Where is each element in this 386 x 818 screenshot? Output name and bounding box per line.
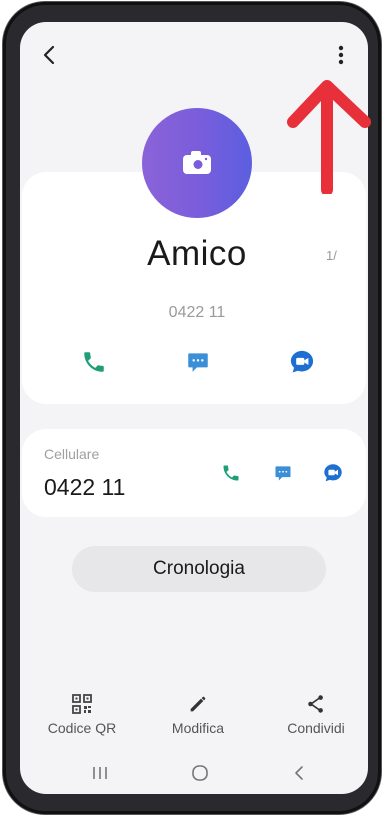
- call-button[interactable]: [76, 344, 112, 380]
- phone-type-label: Cellulare: [44, 446, 100, 462]
- share-label: Condividi: [287, 720, 345, 736]
- red-arrow-annotation-icon: [287, 80, 371, 194]
- message-button[interactable]: [180, 344, 216, 380]
- edit-label: Modifica: [171, 720, 225, 736]
- favorite-mark: 1/: [326, 248, 337, 263]
- edit-button[interactable]: Modifica: [148, 690, 248, 736]
- qr-code-icon: [72, 694, 92, 714]
- more-options-button[interactable]: [330, 42, 352, 68]
- phone-icon: [223, 465, 239, 481]
- history-button[interactable]: Cronologia: [72, 546, 326, 592]
- contact-name: Amico: [147, 234, 247, 273]
- row-message-button[interactable]: [268, 458, 298, 488]
- phone-row-number: 0422 11: [44, 474, 126, 500]
- share-button[interactable]: Condividi: [266, 690, 366, 736]
- row-video-call-button[interactable]: [318, 458, 348, 488]
- video-call-button[interactable]: [284, 344, 320, 380]
- video-call-icon: [290, 350, 314, 373]
- qr-code-button[interactable]: Codice QR: [32, 690, 132, 736]
- video-call-icon: [324, 464, 342, 482]
- home-icon: [192, 765, 208, 781]
- nav-back-button[interactable]: [280, 760, 320, 786]
- nav-home-button[interactable]: [180, 760, 220, 786]
- message-icon: [188, 353, 208, 372]
- phone-frame: Amico 1/ 0422 11 Cellulare 0422 11 Crono…: [3, 2, 381, 814]
- qr-code-label: Codice QR: [47, 720, 117, 736]
- contact-number: 0422 11: [168, 304, 226, 321]
- back-arrow-icon: [43, 45, 55, 65]
- share-icon: [308, 695, 323, 713]
- nav-back-icon: [295, 766, 303, 780]
- phone-icon: [84, 352, 104, 372]
- more-vertical-icon: [338, 45, 344, 65]
- back-button[interactable]: [34, 40, 64, 70]
- nav-recents-button[interactable]: [80, 760, 120, 786]
- camera-icon: [183, 151, 211, 174]
- pencil-icon: [190, 696, 206, 712]
- phone-number-card[interactable]: [22, 429, 366, 517]
- recents-icon: [93, 767, 107, 779]
- contact-avatar[interactable]: [142, 108, 252, 218]
- row-call-button[interactable]: [216, 458, 246, 488]
- message-icon: [275, 466, 291, 481]
